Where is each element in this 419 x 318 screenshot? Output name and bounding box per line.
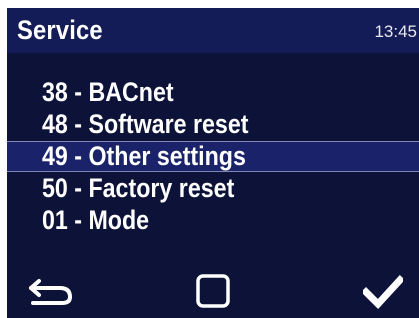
menu-item-label: 48 - Software reset — [42, 109, 249, 139]
menu-item-label: 38 - BACnet — [42, 77, 174, 107]
menu-item-software-reset[interactable]: 48 - Software reset — [7, 109, 419, 140]
menu-item-mode[interactable]: 01 - Mode — [7, 205, 419, 236]
menu-item-label: 01 - Mode — [42, 205, 150, 235]
checkmark-icon — [363, 275, 403, 310]
menu-item-other-settings[interactable]: 49 - Other settings — [7, 141, 419, 172]
clock-time: 13:45 — [374, 22, 417, 41]
back-arrow-icon — [29, 279, 72, 305]
square-icon — [196, 274, 230, 308]
menu-item-bacnet[interactable]: 38 - BACnet — [7, 77, 419, 108]
menu-item-label: 49 - Other settings — [42, 141, 246, 171]
device-screen: Service 13:45 38 - BACnet 48 - Software … — [7, 8, 419, 318]
home-button[interactable] — [195, 272, 231, 310]
back-button[interactable] — [27, 272, 77, 310]
service-menu: 38 - BACnet 48 - Software reset 49 - Oth… — [7, 77, 419, 237]
header-bar: Service 13:45 — [7, 8, 419, 53]
menu-item-factory-reset[interactable]: 50 - Factory reset — [7, 173, 419, 204]
confirm-button[interactable] — [363, 272, 403, 310]
page-title: Service — [17, 15, 103, 45]
menu-item-label: 50 - Factory reset — [42, 173, 235, 203]
